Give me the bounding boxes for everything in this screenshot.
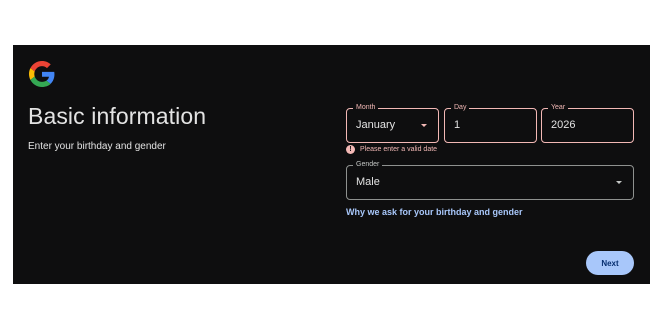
year-value: 2026 — [551, 119, 576, 131]
gender-value: Male — [356, 176, 380, 188]
day-field[interactable]: Day 1 — [444, 103, 537, 143]
error-icon: ! — [346, 145, 355, 154]
gender-select[interactable]: Gender Male — [346, 160, 634, 200]
why-we-ask-link[interactable]: Why we ask for your birthday and gender — [346, 207, 523, 217]
birthday-error: ! Please enter a valid date — [346, 145, 437, 154]
next-button[interactable]: Next — [586, 251, 634, 275]
google-logo-icon — [29, 61, 55, 87]
page-title: Basic information — [28, 103, 207, 129]
month-value: January — [356, 119, 396, 131]
month-select[interactable]: Month January — [346, 103, 439, 143]
page-subtitle: Enter your birthday and gender — [28, 141, 166, 152]
error-text: Please enter a valid date — [360, 146, 438, 153]
signup-card: Basic information Enter your birthday an… — [13, 45, 650, 284]
chevron-down-icon — [616, 181, 622, 184]
year-field[interactable]: Year 2026 — [541, 103, 634, 143]
day-value: 1 — [454, 119, 461, 131]
chevron-down-icon — [421, 124, 427, 127]
